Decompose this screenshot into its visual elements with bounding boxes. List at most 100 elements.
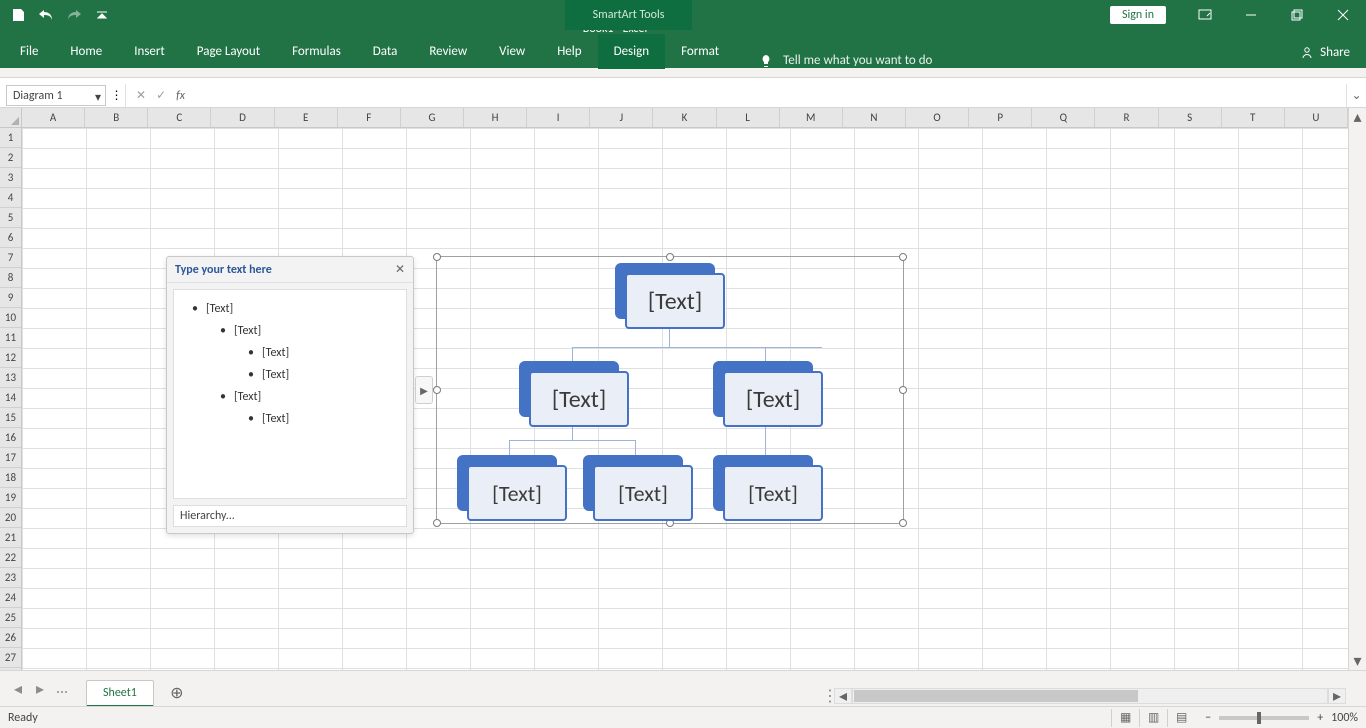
zoom-in-icon[interactable]: +: [1317, 711, 1323, 725]
column-header[interactable]: D: [211, 108, 274, 127]
enter-formula-icon[interactable]: ✓: [156, 88, 166, 103]
zoom-level[interactable]: 100%: [1331, 711, 1358, 725]
row-header[interactable]: 27: [0, 648, 21, 668]
row-header[interactable]: 13: [0, 368, 21, 388]
column-header[interactable]: E: [275, 108, 338, 127]
tab-split-handle[interactable]: ⋮: [826, 688, 834, 704]
column-headers[interactable]: ABCDEFGHIJKLMNOPQRSTU: [22, 108, 1348, 128]
column-header[interactable]: T: [1222, 108, 1285, 127]
page-layout-view-icon[interactable]: ▥: [1139, 709, 1167, 727]
tab-insert[interactable]: Insert: [118, 34, 181, 68]
fx-icon[interactable]: fx: [176, 89, 185, 103]
signin-button[interactable]: Sign in: [1110, 6, 1166, 24]
customize-qat-icon[interactable]: [88, 0, 116, 30]
scroll-up-icon[interactable]: ▴: [1349, 108, 1366, 126]
row-header[interactable]: 15: [0, 408, 21, 428]
chevron-down-icon[interactable]: ▾: [95, 90, 101, 105]
node-text[interactable]: [Text]: [593, 465, 693, 521]
row-header[interactable]: 9: [0, 288, 21, 308]
tab-scroll-right-icon[interactable]: ▸: [30, 679, 50, 699]
tab-design[interactable]: Design: [598, 34, 665, 68]
text-pane-item[interactable]: [Text]: [180, 320, 400, 342]
row-header[interactable]: 19: [0, 488, 21, 508]
row-header[interactable]: 3: [0, 168, 21, 188]
column-header[interactable]: A: [22, 108, 85, 127]
select-all-triangle[interactable]: [0, 108, 22, 128]
column-header[interactable]: B: [85, 108, 148, 127]
tab-scroll-left-icon[interactable]: ◂: [8, 679, 28, 699]
scroll-track[interactable]: [852, 688, 1328, 704]
sheet-tab-sheet1[interactable]: Sheet1: [86, 680, 154, 706]
text-pane-toggle-icon[interactable]: ▶: [415, 376, 433, 404]
undo-icon[interactable]: [32, 0, 60, 30]
resize-handle[interactable]: [433, 519, 441, 527]
row-header[interactable]: 8: [0, 268, 21, 288]
column-header[interactable]: H: [464, 108, 527, 127]
node-text[interactable]: [Text]: [625, 273, 725, 329]
row-header[interactable]: 1: [0, 128, 21, 148]
redo-icon[interactable]: [60, 0, 88, 30]
smartart-node[interactable]: [Text]: [713, 455, 813, 511]
row-header[interactable]: 24: [0, 588, 21, 608]
row-header[interactable]: 5: [0, 208, 21, 228]
column-header[interactable]: F: [338, 108, 401, 127]
tell-me-search[interactable]: Tell me what you want to do: [745, 53, 946, 68]
resize-handle[interactable]: [899, 519, 907, 527]
row-header[interactable]: 22: [0, 548, 21, 568]
column-header[interactable]: Q: [1032, 108, 1095, 127]
row-header[interactable]: 6: [0, 228, 21, 248]
column-header[interactable]: M: [780, 108, 843, 127]
close-icon[interactable]: ✕: [395, 262, 405, 277]
column-header[interactable]: S: [1159, 108, 1222, 127]
row-header[interactable]: 21: [0, 528, 21, 548]
smartart-text-pane[interactable]: Type your text here ✕ [Text][Text][Text]…: [166, 256, 414, 534]
scroll-left-icon[interactable]: ◂: [834, 688, 852, 704]
smartart-node[interactable]: [Text]: [583, 455, 683, 511]
text-pane-footer[interactable]: Hierarchy...: [173, 505, 407, 527]
column-header[interactable]: C: [148, 108, 211, 127]
resize-handle[interactable]: [899, 386, 907, 394]
text-pane-item[interactable]: [Text]: [180, 408, 400, 430]
column-header[interactable]: P: [969, 108, 1032, 127]
text-pane-item[interactable]: [Text]: [180, 364, 400, 386]
resize-handle[interactable]: [433, 253, 441, 261]
name-box[interactable]: Diagram 1 ▾: [6, 85, 106, 106]
node-text[interactable]: [Text]: [467, 465, 567, 521]
new-sheet-icon[interactable]: ⊕: [164, 680, 190, 706]
row-header[interactable]: 23: [0, 568, 21, 588]
share-button[interactable]: Share: [1294, 37, 1356, 68]
text-pane-item[interactable]: [Text]: [180, 342, 400, 364]
tab-page-layout[interactable]: Page Layout: [181, 34, 276, 68]
column-header[interactable]: R: [1095, 108, 1158, 127]
smartart-node[interactable]: [Text]: [457, 455, 557, 511]
tab-formulas[interactable]: Formulas: [276, 34, 357, 68]
horizontal-scrollbar[interactable]: ⋮ ◂ ▸: [826, 688, 1346, 704]
column-header[interactable]: K: [653, 108, 716, 127]
maximize-icon[interactable]: [1274, 0, 1320, 30]
tab-scroll-menu-icon[interactable]: …: [52, 679, 72, 699]
text-pane-body[interactable]: [Text][Text][Text][Text][Text][Text]: [173, 289, 407, 499]
column-header[interactable]: U: [1285, 108, 1348, 127]
column-header[interactable]: G: [401, 108, 464, 127]
scroll-right-icon[interactable]: ▸: [1328, 688, 1346, 704]
tab-home[interactable]: Home: [54, 34, 118, 68]
column-header[interactable]: L: [717, 108, 780, 127]
resize-handle[interactable]: [666, 253, 674, 261]
row-header[interactable]: 14: [0, 388, 21, 408]
node-text[interactable]: [Text]: [529, 371, 629, 427]
smartart-node[interactable]: [Text]: [519, 361, 619, 417]
vertical-scrollbar[interactable]: ▴ ▾: [1348, 108, 1366, 670]
tab-view[interactable]: View: [483, 34, 541, 68]
row-header[interactable]: 10: [0, 308, 21, 328]
close-icon[interactable]: [1320, 0, 1366, 30]
row-header[interactable]: 25: [0, 608, 21, 628]
smartart-node[interactable]: [Text]: [713, 361, 813, 417]
expand-formula-bar-icon[interactable]: ⌄: [1346, 84, 1366, 107]
column-header[interactable]: O: [906, 108, 969, 127]
namebox-splitter[interactable]: ⋮: [108, 84, 126, 107]
row-header[interactable]: 26: [0, 628, 21, 648]
smartart-frame[interactable]: ▶ [Text] [Text]: [436, 256, 904, 524]
minimize-icon[interactable]: [1228, 0, 1274, 30]
tab-file[interactable]: File: [4, 34, 54, 68]
column-header[interactable]: I: [527, 108, 590, 127]
